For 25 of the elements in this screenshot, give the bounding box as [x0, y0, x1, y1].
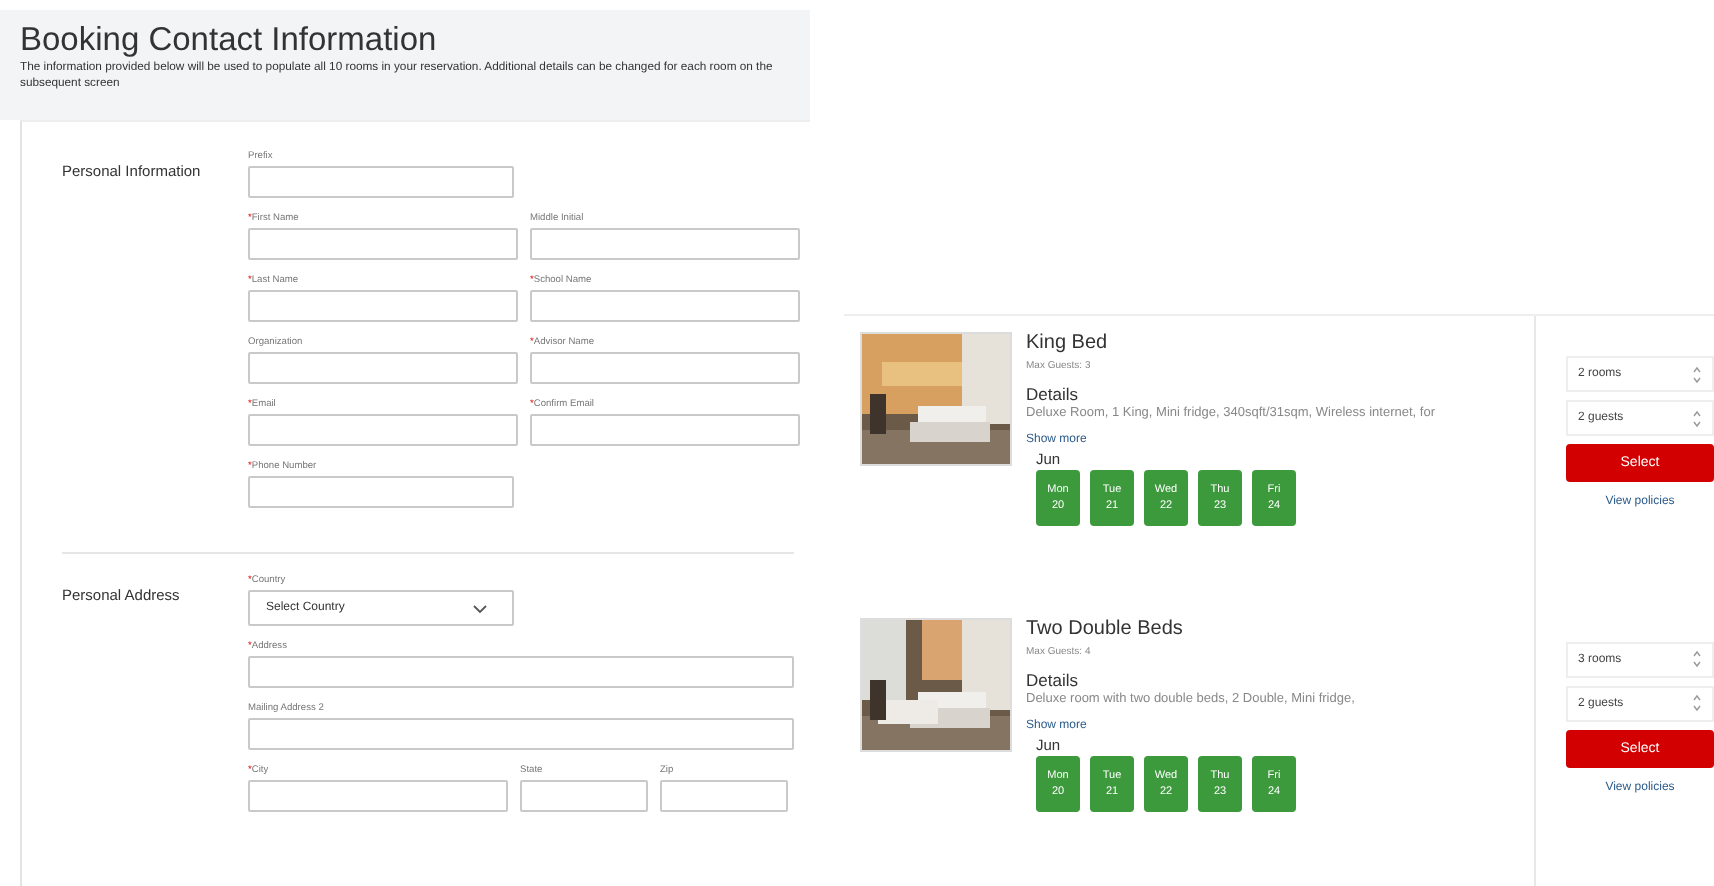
stepper-icon — [1692, 650, 1702, 668]
details-heading: Details — [1026, 384, 1080, 404]
input-field[interactable] — [530, 414, 800, 446]
input-field[interactable] — [248, 352, 518, 384]
input-field[interactable] — [530, 228, 800, 260]
input-field[interactable] — [248, 414, 518, 446]
input-field[interactable] — [248, 476, 514, 508]
stepper-icon — [1692, 694, 1702, 712]
stepper-icon — [1692, 409, 1702, 427]
room-name: Two Double Beds — [1026, 617, 1185, 641]
input-field[interactable] — [248, 780, 508, 812]
input-field[interactable] — [660, 780, 788, 812]
input-field[interactable] — [248, 166, 514, 198]
chevron-down-icon — [472, 603, 488, 613]
page-title: Booking Contact Information — [20, 22, 439, 60]
input-field[interactable] — [248, 290, 518, 322]
details-heading: Details — [1026, 669, 1080, 689]
input-field[interactable] — [530, 290, 800, 322]
input-field[interactable] — [520, 780, 648, 812]
input-field[interactable] — [530, 352, 800, 384]
stepper-icon — [1692, 365, 1702, 383]
room-name: King Bed — [1026, 332, 1110, 356]
input-field[interactable] — [248, 718, 794, 750]
input-field[interactable] — [248, 656, 794, 688]
input-field[interactable] — [248, 228, 518, 260]
